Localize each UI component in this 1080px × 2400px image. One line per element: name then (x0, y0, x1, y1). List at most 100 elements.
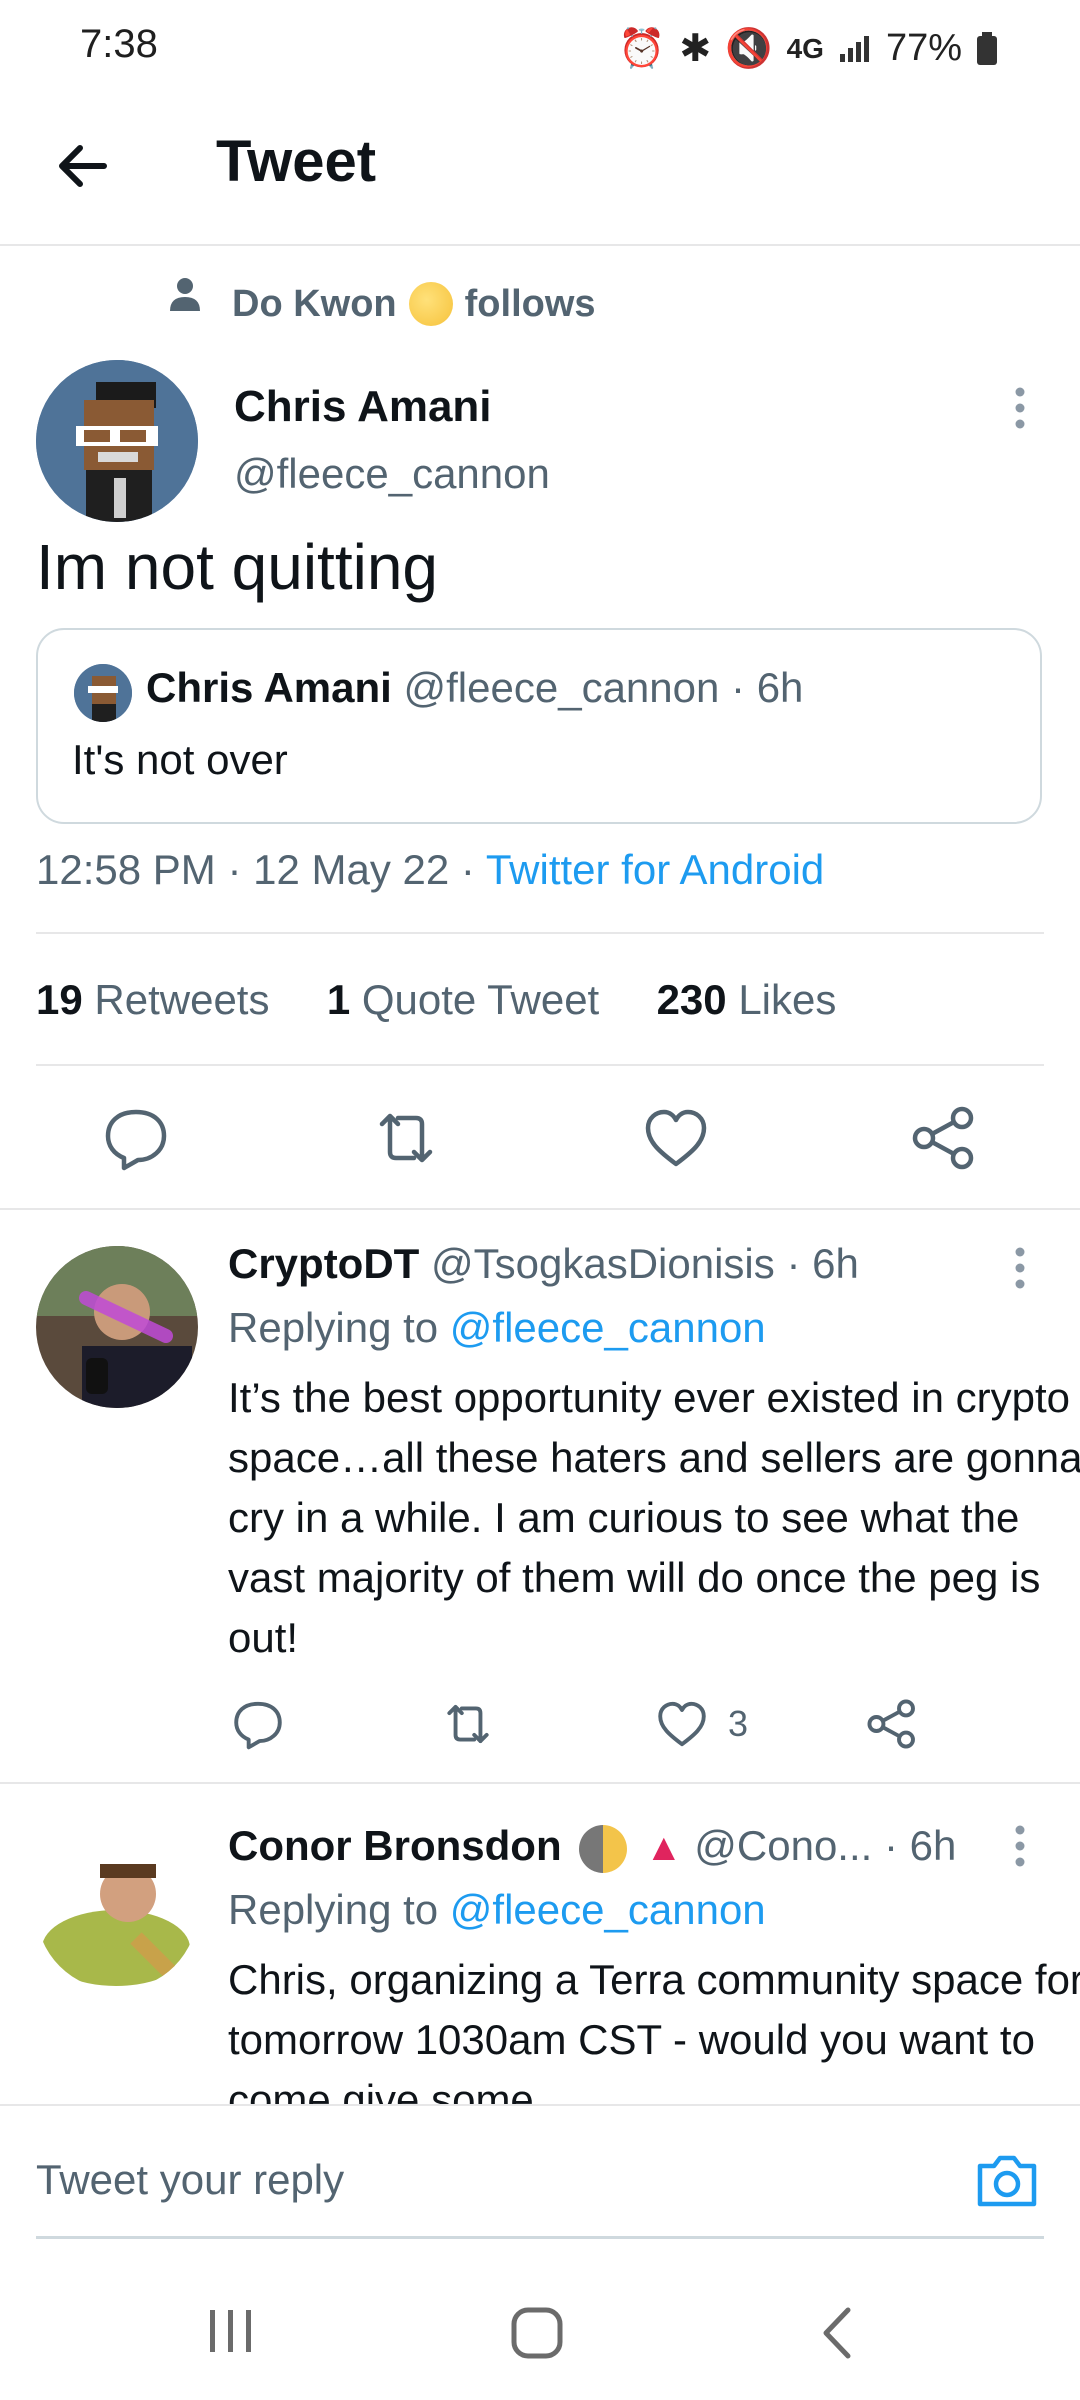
battery-label: 77% (885, 27, 962, 69)
follower-name: Do Kwon (232, 282, 397, 325)
more-options-button[interactable] (1006, 384, 1034, 432)
quote-text: It's not over (72, 736, 288, 783)
retweets-label: Retweets (94, 976, 270, 1023)
reply-input[interactable]: Tweet your reply (36, 2156, 344, 2204)
reply-divider (0, 1782, 1080, 1784)
like-button[interactable] (640, 1102, 712, 1174)
camera-button[interactable] (974, 2150, 1040, 2210)
composer-underline (36, 2236, 1044, 2239)
tweet-source-link[interactable]: Twitter for Android (486, 846, 824, 893)
replying-to-link[interactable]: @fleece_cannon (450, 1886, 766, 1933)
home-button[interactable] (510, 2306, 564, 2360)
moon-emoji-icon (408, 282, 453, 326)
composer-top-divider (0, 2104, 1080, 2106)
reply-avatar[interactable] (36, 1828, 198, 1990)
stats-divider (36, 1064, 1044, 1066)
chevron-left-icon (823, 2307, 851, 2359)
likes-label: Likes (738, 976, 837, 1023)
header-divider (0, 244, 1080, 246)
back-button[interactable] (52, 134, 116, 198)
reply-author-handle[interactable]: @TsogkasDionisis (431, 1240, 775, 1287)
reply-like-button[interactable]: 3 (654, 1696, 748, 1752)
status-icons: ⏰ ✱ 🔇 4G 77% (618, 26, 998, 71)
moon-emoji-icon (579, 1824, 628, 1873)
reply-text: It’s the best opportunity ever existed i… (228, 1374, 1080, 1661)
quote-author-avatar (74, 664, 132, 722)
bluetooth-icon: ✱ (679, 28, 712, 70)
likes-count: 230 (656, 976, 727, 1023)
mute-icon: 🔇 (725, 27, 773, 70)
replying-to: Replying to @fleece_cannon (228, 1304, 766, 1352)
more-vertical-icon (1015, 387, 1025, 429)
reply-author-handle[interactable]: @Cono... (694, 1822, 872, 1869)
reply-avatar[interactable] (36, 1246, 198, 1408)
arrow-left-icon (59, 145, 107, 187)
quoted-tweet-card[interactable]: Chris Amani @fleece_cannon · 6h It's not… (36, 628, 1042, 824)
reply-text: Chris, organizing a Terra community spac… (228, 1956, 1080, 2123)
person-icon (170, 278, 200, 311)
quotes-count: 1 (326, 976, 351, 1023)
reply-author-name[interactable]: Conor Bronsdon (228, 1822, 562, 1869)
comment-icon (105, 1109, 167, 1171)
reply-reply-button[interactable] (230, 1696, 286, 1752)
replying-to-label: Replying to (228, 1304, 439, 1351)
home-icon (511, 2307, 563, 2359)
reply-like-count: 3 (728, 1703, 749, 1744)
quote-author-name: Chris Amani (146, 664, 392, 711)
battery-icon (976, 31, 998, 66)
tweet-stats: 19 Retweets 1 Quote Tweet 230 Likes (36, 976, 836, 1024)
tweet-meta: 12:58 PM · 12 May 22 · Twitter for Andro… (36, 846, 824, 894)
likes-stat[interactable]: 230 Likes (657, 976, 837, 1023)
heart-icon (645, 1109, 707, 1167)
meta-divider (36, 932, 1044, 934)
replying-to-label: Replying to (228, 1886, 439, 1933)
reply-time: · 6h (884, 1822, 957, 1869)
author-name[interactable]: Chris Amani (234, 382, 492, 432)
triangle-emoji-icon: ▲ (644, 1827, 683, 1869)
share-icon (867, 1699, 915, 1749)
replying-to-link[interactable]: @fleece_cannon (450, 1304, 766, 1351)
share-icon (912, 1106, 974, 1170)
network-label: 4G (786, 32, 824, 64)
system-back-button[interactable] (818, 2306, 858, 2360)
reply-header: Conor Bronsdon ▲ @Cono... · 6h (228, 1822, 956, 1873)
reply-button[interactable] (100, 1102, 172, 1174)
follows-label: follows (464, 282, 596, 325)
retweet-icon (447, 1704, 489, 1744)
more-vertical-icon (1015, 1825, 1025, 1867)
comment-icon (234, 1701, 282, 1750)
actions-divider (0, 1208, 1080, 1210)
quote-author-handle: @fleece_cannon (403, 664, 720, 711)
quotes-stat[interactable]: 1 Quote Tweet (327, 976, 599, 1023)
reply-more-button[interactable] (1006, 1244, 1034, 1292)
retweets-count: 19 (36, 976, 83, 1023)
quote-time: · 6h (731, 664, 804, 711)
heart-icon (658, 1701, 706, 1747)
author-handle[interactable]: @fleece_cannon (234, 450, 550, 498)
more-vertical-icon (1015, 1247, 1025, 1289)
reply-more-button[interactable] (1006, 1822, 1034, 1870)
recent-apps-icon (210, 2310, 251, 2352)
status-time: 7:38 (80, 22, 158, 66)
quotes-label: Quote Tweet (361, 976, 600, 1023)
replying-to: Replying to @fleece_cannon (228, 1886, 766, 1934)
reply-retweet-button[interactable] (440, 1696, 496, 1752)
reply-author-name[interactable]: CryptoDT (228, 1240, 419, 1287)
alarm-icon: ⏰ (618, 27, 666, 70)
page-title: Tweet (216, 129, 377, 194)
reply-time: · 6h (786, 1240, 859, 1287)
social-context[interactable]: Do Kwon follows (170, 278, 596, 326)
share-button[interactable] (908, 1102, 980, 1174)
reply-share-button[interactable] (864, 1696, 920, 1752)
quote-header: Chris Amani @fleece_cannon · 6h (146, 664, 803, 712)
recent-apps-button[interactable] (206, 2308, 256, 2354)
signal-icon (838, 34, 872, 64)
retweet-button[interactable] (370, 1102, 442, 1174)
retweet-icon (379, 1113, 433, 1163)
tweet-text: Im not quitting (36, 531, 438, 603)
retweets-stat[interactable]: 19 Retweets (36, 976, 269, 1023)
system-nav-bar (0, 2244, 1080, 2400)
reply-header: CryptoDT @TsogkasDionisis · 6h (228, 1240, 859, 1288)
author-avatar[interactable] (36, 360, 198, 522)
tweet-date: · 12 May 22 · (227, 846, 475, 893)
